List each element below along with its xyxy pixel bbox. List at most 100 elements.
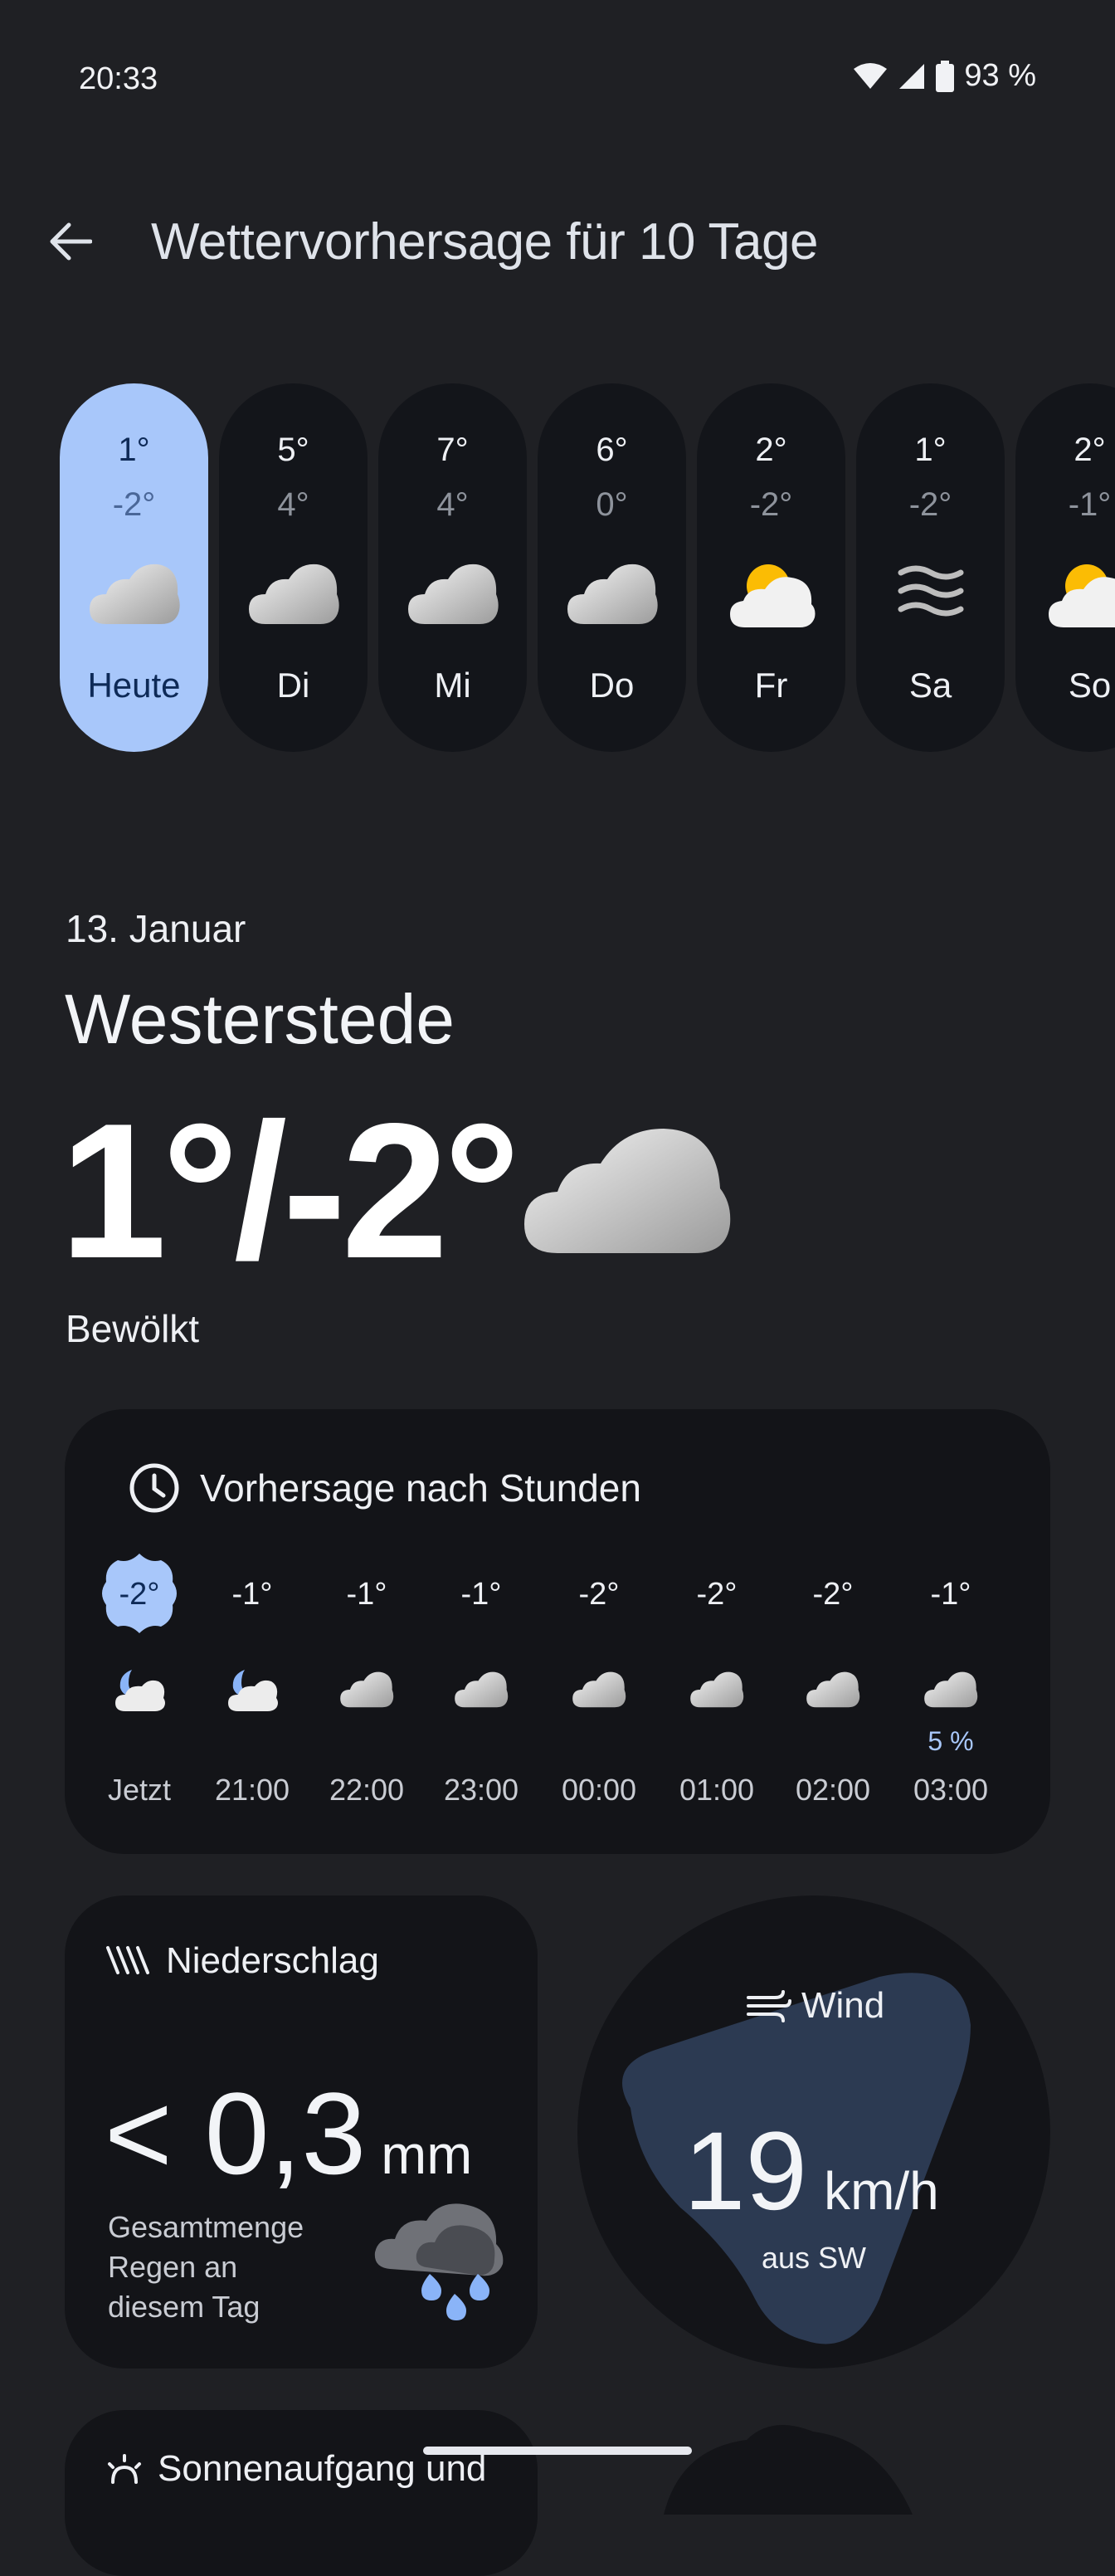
- precipitation-desc-line: Gesamtmenge: [108, 2210, 304, 2244]
- day-low-temp: 4°: [436, 486, 469, 523]
- day-pill-di[interactable]: 5° 4° Di: [219, 383, 368, 752]
- day-label: Fr: [754, 666, 788, 705]
- partly-cloudy-icon: [1044, 558, 1115, 631]
- day-label: Heute: [87, 666, 181, 705]
- sunrise-icon: [108, 2454, 141, 2484]
- status-time: 20:33: [79, 61, 158, 96]
- hourly-temp: -2°: [812, 1577, 854, 1612]
- moon-cloud-icon: [112, 1666, 167, 1713]
- moon-cloud-icon: [225, 1666, 280, 1713]
- day-label: So: [1068, 666, 1112, 705]
- day-label: Do: [589, 666, 635, 705]
- precipitation-value: < 0,3 mm: [105, 2066, 472, 2201]
- cloud-icon: [88, 558, 181, 631]
- wind-title: Wind: [745, 1985, 884, 2027]
- hourly-time: 02:00: [795, 1773, 871, 1807]
- day-label: Sa: [908, 666, 952, 705]
- wifi-icon: [854, 62, 888, 89]
- temperature-range: 1°/-2°: [60, 1084, 520, 1299]
- city-name: Westerstede: [65, 980, 455, 1058]
- wind-speed: 19: [684, 2110, 808, 2233]
- day-high-temp: 2°: [755, 432, 787, 468]
- day-pill-mi[interactable]: 7° 4° Mi: [378, 383, 527, 752]
- hourly-time: 21:00: [214, 1773, 290, 1807]
- hourly-time: 22:00: [329, 1773, 405, 1807]
- page-title: Wettervorhersage für 10 Tage: [151, 213, 818, 271]
- arrow-back-icon: [50, 222, 92, 261]
- fog-icon: [884, 558, 977, 631]
- cloud-icon: [407, 558, 499, 631]
- day-pill-sa[interactable]: 1° -2° Sa: [856, 383, 1005, 752]
- hourly-title-text: Vorhersage nach Stunden: [200, 1466, 641, 1510]
- condition-label: Bewölkt: [66, 1307, 200, 1350]
- wind-icon: [747, 1990, 791, 2022]
- day-label: Di: [276, 666, 310, 705]
- day-high-temp: 1°: [914, 432, 947, 468]
- day-pill-so[interactable]: 2° -1° So: [1015, 383, 1115, 752]
- day-pill-heute[interactable]: 1° -2° Heute: [60, 383, 208, 752]
- day-pill-do[interactable]: 6° 0° Do: [538, 383, 686, 752]
- hourly-precip: 5 %: [928, 1726, 974, 1756]
- cloud-icon: [572, 1666, 626, 1713]
- hourly-temp: -2°: [578, 1577, 620, 1612]
- day-pill-fr[interactable]: 2° -2° Fr: [697, 383, 845, 752]
- precipitation-desc-line: Regen an: [108, 2250, 238, 2284]
- cloud-icon: [566, 558, 659, 631]
- hourly-temp: -1°: [231, 1577, 273, 1612]
- hourly-temp: -1°: [346, 1577, 387, 1612]
- cloud-icon: [524, 1129, 731, 1253]
- battery-percent: 93 %: [964, 58, 1036, 93]
- precipitation-amount: < 0,3: [105, 2068, 367, 2198]
- back-button[interactable]: [43, 214, 98, 269]
- wind-value: 19 km/h: [684, 2108, 939, 2235]
- precipitation-title-text: Niederschlag: [166, 1940, 379, 1981]
- precipitation-unit: mm: [381, 2124, 473, 2185]
- status-icons: 93 %: [853, 58, 1036, 94]
- hourly-temp: -2°: [696, 1577, 738, 1612]
- cloud-icon: [923, 1666, 978, 1713]
- day-high-temp: 6°: [596, 432, 628, 468]
- clock-icon: [129, 1463, 179, 1513]
- day-low-temp: 4°: [277, 486, 309, 523]
- day-low-temp: 0°: [596, 486, 628, 523]
- rain-cloud-icon: [374, 2203, 504, 2320]
- cloud-icon: [247, 558, 340, 631]
- day-high-temp: 2°: [1074, 432, 1106, 468]
- sunrise-card[interactable]: [65, 2410, 538, 2576]
- hourly-title: Vorhersage nach Stunden: [129, 1462, 641, 1514]
- hourly-time: Jetzt: [107, 1773, 172, 1807]
- wind-direction: aus SW: [762, 2241, 867, 2275]
- hourly-time: 23:00: [443, 1773, 519, 1807]
- day-low-temp: -1°: [1068, 486, 1112, 523]
- day-low-temp: -2°: [112, 486, 156, 523]
- date-label: 13. Januar: [66, 907, 246, 950]
- precipitation-description: Gesamtmenge Regen an diesem Tag: [108, 2208, 304, 2327]
- hourly-time: 01:00: [679, 1773, 755, 1807]
- precipitation-desc-line: diesem Tag: [108, 2290, 260, 2324]
- precipitation-title: Niederschlag: [105, 1940, 379, 1982]
- day-low-temp: -2°: [749, 486, 793, 523]
- hourly-temp: -2°: [119, 1577, 160, 1612]
- daily-forecast-strip[interactable]: 1° -2° Heute 5° 4° Di 7° 4° Mi 6° 0° Do 2° -2° Fr 1° -2°…: [60, 383, 1115, 754]
- moon-card-shape: [664, 2425, 913, 2515]
- day-high-temp: 1°: [118, 432, 150, 468]
- cloud-icon: [339, 1666, 394, 1713]
- battery-icon: [936, 60, 955, 92]
- day-low-temp: -2°: [908, 486, 952, 523]
- cloud-icon: [454, 1666, 509, 1713]
- day-label: Mi: [434, 666, 471, 705]
- day-high-temp: 5°: [277, 432, 309, 468]
- home-indicator[interactable]: [423, 2447, 692, 2455]
- hourly-temp: -1°: [930, 1577, 971, 1612]
- wind-title-text: Wind: [801, 1985, 885, 2026]
- hourly-time: 00:00: [561, 1773, 637, 1807]
- wind-unit: km/h: [824, 2161, 939, 2221]
- day-high-temp: 7°: [436, 432, 469, 468]
- hourly-temp: -1°: [460, 1577, 502, 1612]
- signal-icon: [899, 63, 925, 89]
- rain-lines-icon: [106, 1946, 149, 1974]
- hourly-list[interactable]: -2° Jetzt -1° 21:00 -1° 22:00 -1° 23:00 -2° 00:00…: [102, 1552, 1035, 1817]
- cloud-icon: [806, 1666, 860, 1713]
- cloud-icon: [689, 1666, 744, 1713]
- partly-cloudy-icon: [725, 558, 818, 631]
